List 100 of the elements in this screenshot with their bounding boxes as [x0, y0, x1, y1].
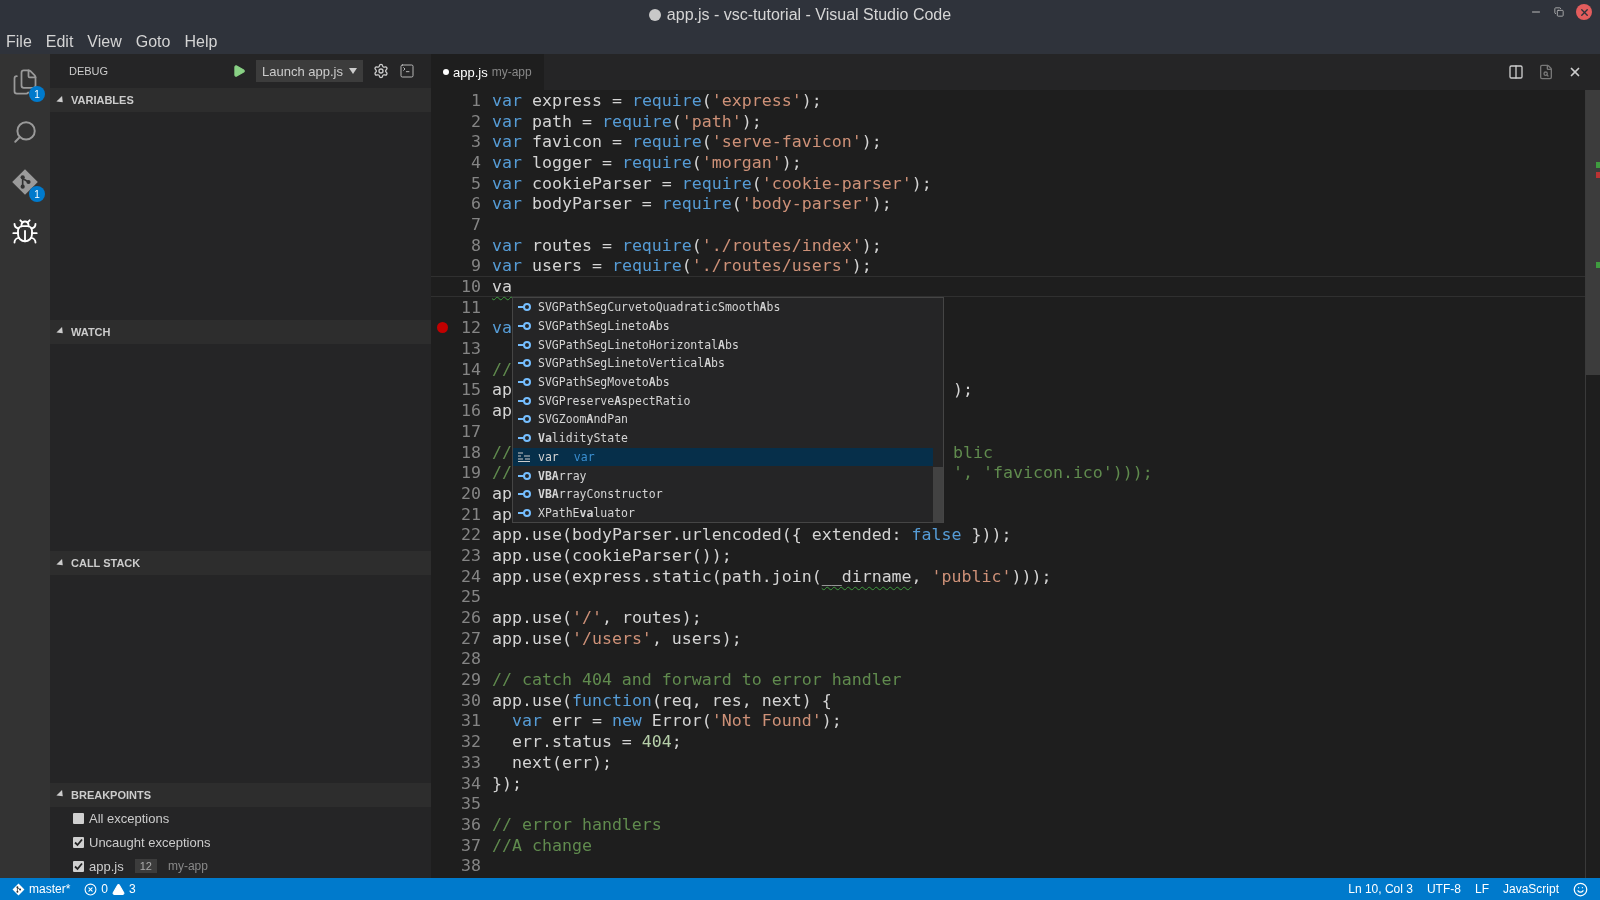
activity-button[interactable]: 1 — [9, 166, 41, 198]
suggestion-item[interactable]: VBArrayConstructor — [513, 484, 933, 504]
code-text: app.use(function(req, res, next) { — [492, 690, 832, 710]
menu-item[interactable]: View — [86, 33, 123, 51]
close-icon — [1578, 6, 1590, 18]
bug-icon — [11, 218, 39, 246]
menu-item[interactable]: Goto — [134, 33, 172, 51]
branch-indicator[interactable]: master* — [12, 882, 71, 896]
line-number: 2 — [470, 111, 481, 131]
line-number: 5 — [470, 173, 481, 193]
code-text: // — [492, 359, 512, 379]
code-text: var cookieParser = require('cookie-parser'); — [492, 173, 932, 193]
line-number: 32 — [460, 732, 481, 752]
suggestion-item[interactable]: ValidityState — [513, 428, 933, 448]
suggestion-item[interactable]: XPathEvaluator — [513, 503, 933, 523]
menu-item[interactable]: Help — [183, 33, 219, 51]
count-badge: 1 — [29, 186, 45, 202]
line-number: 37 — [460, 835, 481, 855]
suggestion-item[interactable]: SVGZoomAndPan — [513, 410, 933, 429]
launch-dropdown[interactable]: Launch app.js — [256, 60, 363, 82]
code-text: // — [492, 463, 512, 483]
caret-icon — [349, 68, 357, 74]
class-icon — [517, 489, 531, 500]
line-number: 29 — [460, 670, 481, 690]
encoding-indicator[interactable]: UTF-8 — [1426, 882, 1461, 896]
line-number: 20 — [460, 483, 481, 503]
code-text: blic — [953, 442, 993, 462]
panel-title: DEBUG — [69, 65, 110, 77]
count-badge: 1 — [29, 86, 45, 102]
editor-tab[interactable]: app.js my-app — [431, 54, 544, 90]
suggestion-item[interactable]: var var — [513, 447, 933, 467]
close-window-button[interactable] — [1576, 4, 1592, 20]
section-header[interactable]: VARIABLES — [50, 88, 431, 112]
code-text: app.use('/', routes); — [492, 608, 702, 628]
suggestion-item[interactable]: SVGPathSegMovetoAbs — [513, 372, 933, 392]
class-icon — [517, 507, 531, 518]
snippet-icon — [517, 451, 531, 462]
suggestion-item[interactable]: SVGPathSegLinetoVerticalAbs — [513, 354, 933, 373]
code-text: // error handlers — [492, 814, 662, 834]
code-text: // — [492, 442, 512, 462]
checkbox[interactable] — [73, 860, 84, 872]
code-text: next(err); — [510, 752, 612, 772]
breakpoint-path: my-app — [167, 859, 208, 874]
line-number: 24 — [460, 566, 481, 586]
line-number: 25 — [460, 587, 481, 607]
section-header[interactable]: CALL STACK — [50, 551, 431, 576]
line-number: 22 — [460, 525, 481, 545]
line-number: 34 — [460, 773, 481, 793]
preview-icon[interactable] — [1538, 64, 1554, 80]
settings-icon[interactable] — [373, 63, 389, 79]
line-number: 26 — [460, 608, 481, 628]
section-header[interactable]: BREAKPOINTS — [50, 783, 431, 807]
line-number: 17 — [460, 421, 481, 441]
breakpoint-label: Uncaught exceptions — [89, 834, 211, 850]
play-icon[interactable] — [232, 64, 247, 78]
restore-icon[interactable] — [1554, 7, 1564, 17]
menu-item[interactable]: File — [5, 33, 33, 51]
breakpoint-dot-icon[interactable] — [436, 322, 448, 334]
smiley-icon[interactable] — [1573, 881, 1588, 897]
close-icon[interactable] — [1568, 65, 1582, 79]
terminal-icon[interactable] — [399, 63, 415, 79]
split-editor-icon[interactable] — [1508, 64, 1524, 80]
eol-indicator[interactable]: LF — [1474, 882, 1489, 896]
line-number: 6 — [470, 194, 481, 214]
line-number: 33 — [460, 752, 481, 772]
line-number: 8 — [470, 235, 481, 255]
problems-indicator[interactable]: 0 3 — [84, 882, 136, 896]
line-number: 1 — [470, 90, 481, 110]
line-number: 14 — [460, 359, 481, 379]
line-number: 28 — [460, 649, 481, 669]
code-text: ', 'favicon.ico'))); — [953, 463, 1153, 483]
line-number: 10 — [460, 277, 481, 297]
suggestion-item[interactable]: SVGPathSegLinetoAbs — [513, 316, 933, 336]
checkbox[interactable] — [73, 813, 84, 825]
scrollbar-thumb[interactable] — [1586, 90, 1600, 375]
menu-item[interactable]: Edit — [44, 33, 75, 51]
overview-mark — [1596, 262, 1600, 268]
suggestion-item[interactable]: VBArray — [513, 466, 933, 485]
line-number: 19 — [460, 463, 481, 483]
suggestion-item[interactable]: SVGPathSegLinetoHorizontalAbs — [513, 335, 933, 355]
checkbox[interactable] — [73, 836, 84, 848]
line-number: 31 — [460, 711, 481, 731]
section-header[interactable]: WATCH — [50, 319, 431, 344]
code-text: app.use(express.static(path.join(__dirname, 'public'))); — [492, 566, 1052, 586]
cursor-position[interactable]: Ln 10, Col 3 — [1348, 882, 1413, 896]
suggestion-item[interactable]: SVGPathSegCurvetoQuadraticSmoothAbs — [513, 298, 933, 317]
code-text: app.use(bodyParser.urlencoded({ extended: false })); — [492, 525, 1012, 545]
scrollbar-thumb[interactable] — [933, 467, 943, 523]
warning-icon — [112, 882, 126, 896]
code-text: va — [492, 277, 512, 297]
class-icon — [517, 339, 531, 350]
breakpoint-label: All exceptions — [89, 811, 170, 827]
code-text: var express = require('express'); — [492, 90, 822, 110]
suggestion-item[interactable]: SVGPreserveAspectRatio — [513, 391, 933, 411]
language-indicator[interactable]: JavaScript — [1502, 882, 1559, 896]
line-number: 13 — [460, 339, 481, 359]
class-icon — [517, 321, 531, 332]
error-icon — [84, 882, 98, 896]
line-number: 3 — [470, 132, 481, 152]
class-icon — [517, 395, 531, 406]
